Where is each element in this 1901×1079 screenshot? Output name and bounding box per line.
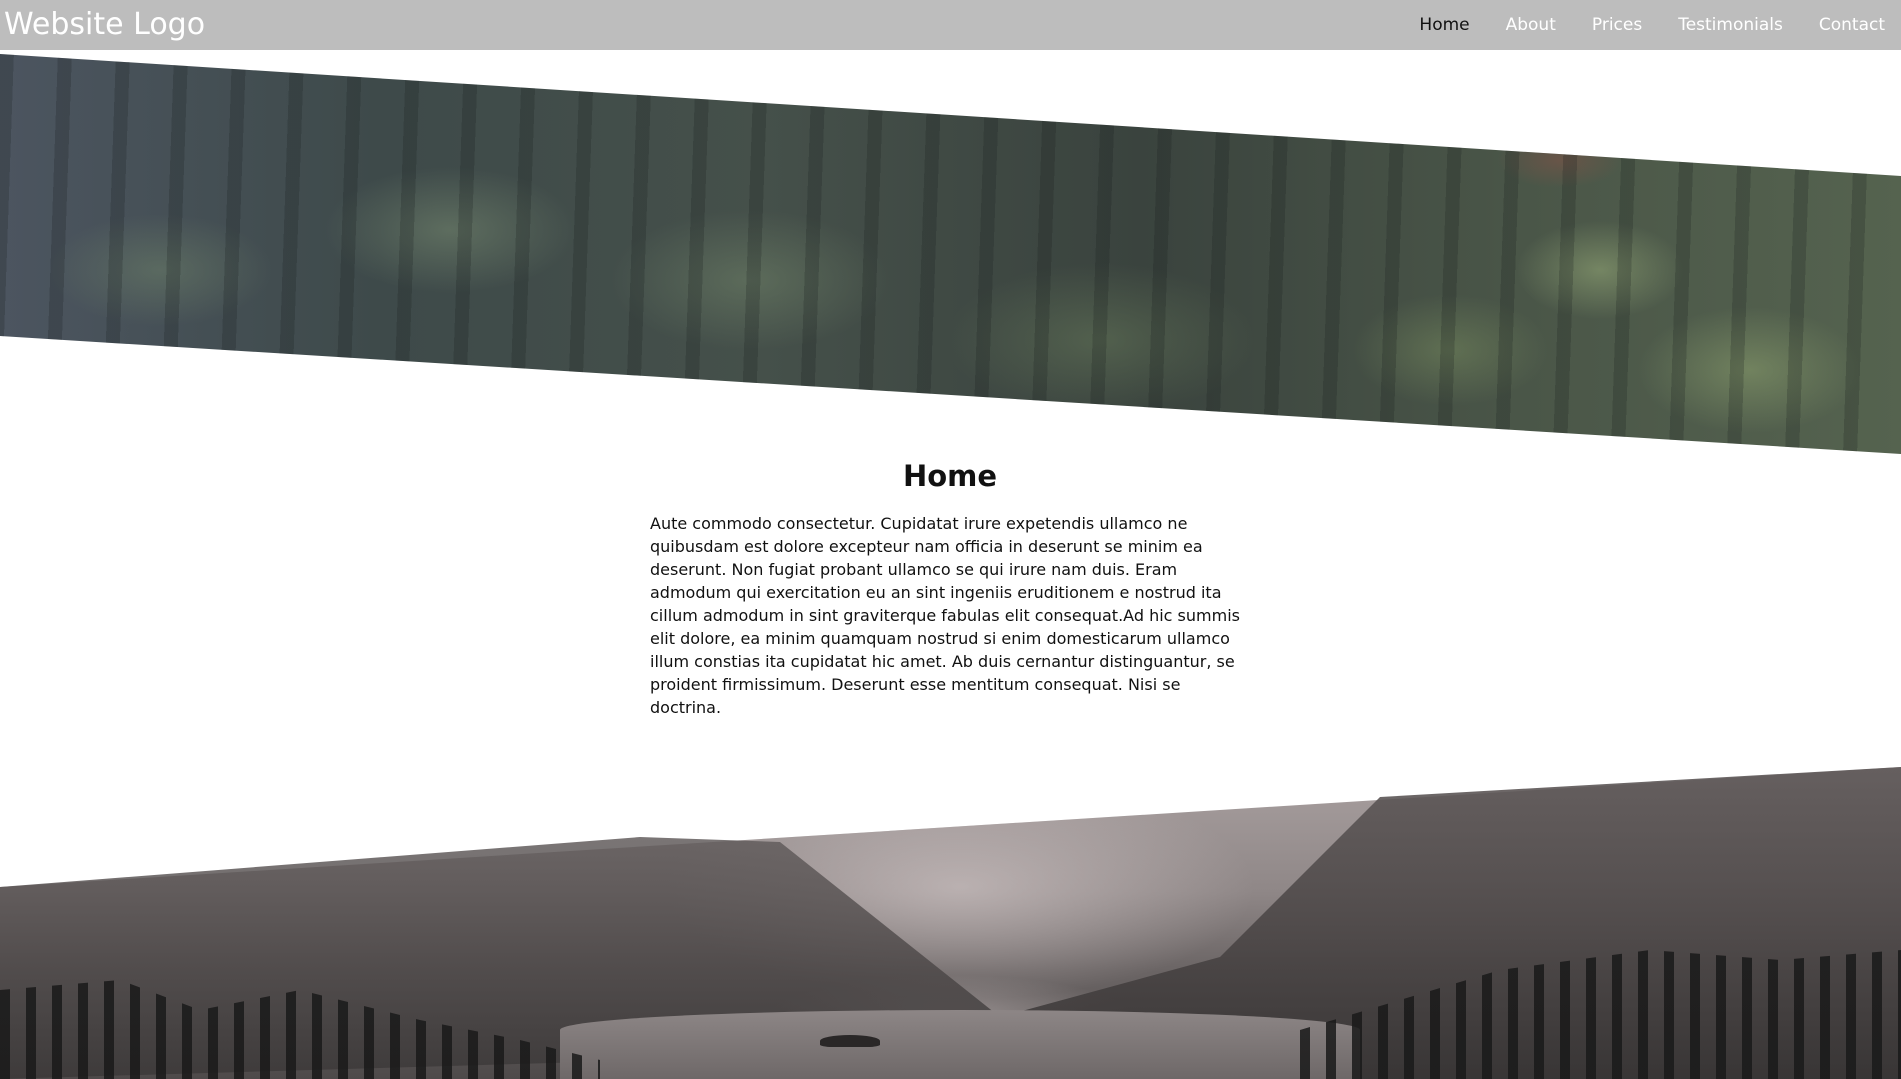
section-body: Aute commodo consectetur. Cupidatat irur… (650, 514, 1240, 717)
lake-shape (560, 1010, 1360, 1079)
nav-item-testimonials[interactable]: Testimonials (1678, 15, 1783, 35)
nav-item-home[interactable]: Home (1419, 15, 1469, 35)
page: Website Logo Home About Prices Testimoni… (0, 0, 1901, 1079)
nav-item-prices[interactable]: Prices (1592, 15, 1642, 35)
home-section: Home Aute commodo consectetur. Cupidatat… (650, 452, 1250, 719)
website-logo[interactable]: Website Logo (4, 8, 205, 42)
nav-links: Home About Prices Testimonials Contact (1419, 0, 1885, 50)
navbar: Website Logo Home About Prices Testimoni… (0, 0, 1901, 50)
nav-item-contact[interactable]: Contact (1819, 15, 1885, 35)
nav-item-about[interactable]: About (1506, 15, 1556, 35)
forest-hero-texture (0, 54, 1901, 454)
section-title: Home (902, 459, 998, 493)
island-shape (820, 1035, 880, 1047)
